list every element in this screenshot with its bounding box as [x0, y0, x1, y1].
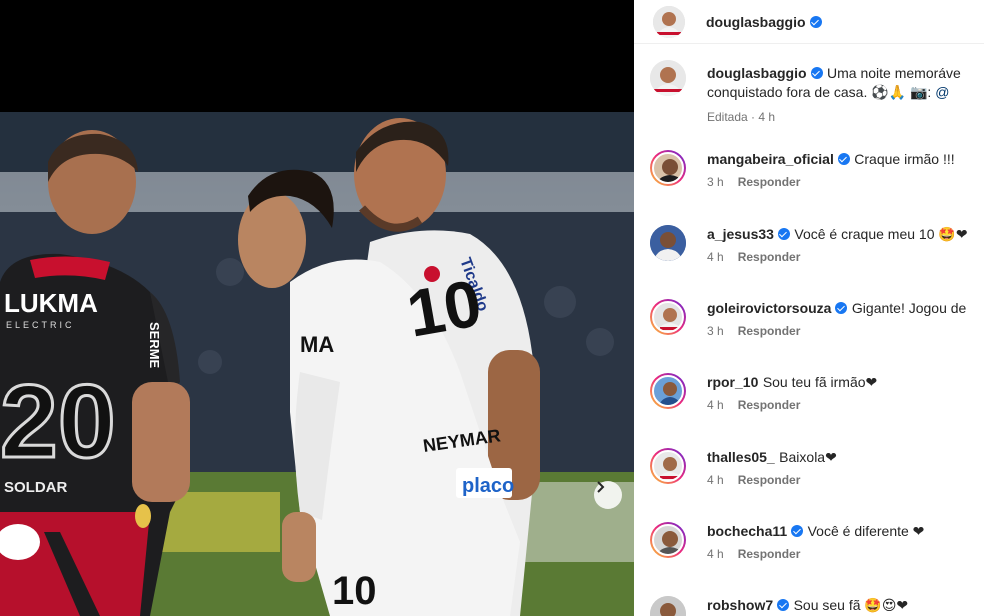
comment-username[interactable]: mangabeira_oficial [707, 151, 834, 167]
chevron-right-icon [597, 481, 605, 493]
author-avatar[interactable] [653, 5, 685, 38]
comment-avatar[interactable] [650, 150, 686, 186]
jersey-left-sub: ELECTRIC [6, 320, 75, 330]
reply-button[interactable]: Responder [738, 547, 801, 561]
verified-icon [810, 67, 823, 79]
comment-avatar[interactable] [650, 225, 686, 261]
author-avatar[interactable] [650, 60, 686, 96]
caption-username[interactable]: douglasbaggio [707, 65, 807, 81]
comment-item: mangabeira_oficial Craque irmão !!! 3 h R… [650, 150, 984, 189]
comment-text: Sou teu fã irmão❤ [762, 374, 878, 390]
caption-edited: Editada · 4 h [707, 110, 776, 124]
comment-text: Baixola❤ [779, 449, 837, 465]
verified-icon [777, 599, 790, 611]
comment-avatar[interactable] [650, 596, 686, 616]
comment-username[interactable]: robshow7 [707, 597, 773, 613]
comment-text: Você é diferente ❤ [807, 523, 925, 539]
comment-username[interactable]: a_jesus33 [707, 226, 774, 242]
comment-item: bochecha11 Você é diferente ❤ 4 h Respond… [650, 522, 984, 561]
caption-text-line2: conquistado fora de casa. ⚽🙏 📷: [707, 84, 936, 100]
comment-username[interactable]: goleirovictorsouza [707, 300, 831, 316]
comment-avatar[interactable] [650, 299, 686, 335]
shorts-number: 10 [332, 569, 377, 613]
comment-item: rpor_10 Sou teu fã irmão❤ 4 h Responder [650, 373, 984, 412]
verified-icon [809, 15, 822, 28]
reply-button[interactable]: Responder [738, 398, 801, 412]
post-media: LUKMA ELECTRIC 20 SERME SOLDAR Ticaldo M… [0, 0, 634, 616]
author-username[interactable]: douglasbaggio [706, 14, 806, 30]
caption-mention[interactable]: @ [935, 84, 949, 100]
comment-text: Gigante! Jogou de [851, 300, 967, 316]
comment-item: goleirovictorsouza Gigante! Jogou de 3 h… [650, 299, 984, 338]
comment-username[interactable]: bochecha11 [707, 523, 787, 539]
jersey-center-sponsor: placo [462, 475, 514, 497]
jersey-left-sleeve: SERME [147, 322, 162, 369]
caption: douglasbaggio Uma noite memoráve conquis… [650, 60, 984, 124]
reply-button[interactable]: Responder [738, 324, 801, 338]
comment-text: Craque irmão !!! [854, 151, 955, 167]
next-photo-button[interactable] [594, 481, 622, 509]
comment-avatar[interactable] [650, 448, 686, 484]
comment-text: Você é craque meu 10 🤩❤ [794, 226, 968, 242]
comment-item: thalles05_ Baixola❤ 4 h Responder [650, 448, 984, 487]
post-header: douglasbaggio [634, 0, 984, 44]
caption-text-line1: Uma noite memoráve [827, 65, 961, 81]
comment-avatar[interactable] [650, 522, 686, 558]
verified-icon [835, 302, 848, 314]
jersey-left-sponsor: SOLDAR [4, 479, 68, 496]
jersey-left-number: 20 [0, 364, 116, 480]
post-photo: LUKMA ELECTRIC 20 SERME SOLDAR Ticaldo M… [0, 112, 634, 616]
comment-username[interactable]: rpor_10 [707, 374, 758, 390]
comment-item: robshow7 Sou seu fã 🤩😍❤ [650, 596, 984, 616]
comment-time: 4 h [707, 473, 724, 487]
post-sidebar: douglasbaggio douglasbaggio Uma noite me… [634, 0, 984, 616]
verified-icon [837, 153, 850, 165]
reply-button[interactable]: Responder [738, 175, 801, 189]
comment-time: 3 h [707, 175, 724, 189]
comment-username[interactable]: thalles05_ [707, 449, 775, 465]
comment-time: 3 h [707, 324, 724, 338]
reply-button[interactable]: Responder [738, 473, 801, 487]
jersey-left-brand: LUKMA [4, 288, 98, 318]
football-players-photo: LUKMA ELECTRIC 20 SERME SOLDAR Ticaldo M… [0, 112, 634, 616]
comment-time: 4 h [707, 250, 724, 264]
jersey-center-chest: MA [300, 332, 334, 357]
comment-text: Sou seu fã 🤩😍❤ [793, 597, 909, 613]
svg-text:10: 10 [402, 265, 487, 351]
reply-button[interactable]: Responder [738, 250, 801, 264]
comment-item: a_jesus33 Você é craque meu 10 🤩❤ 4 h Res… [650, 225, 984, 264]
comment-time: 4 h [707, 398, 724, 412]
comment-avatar[interactable] [650, 373, 686, 409]
comment-time: 4 h [707, 547, 724, 561]
verified-icon [777, 228, 790, 240]
verified-icon [791, 525, 804, 537]
